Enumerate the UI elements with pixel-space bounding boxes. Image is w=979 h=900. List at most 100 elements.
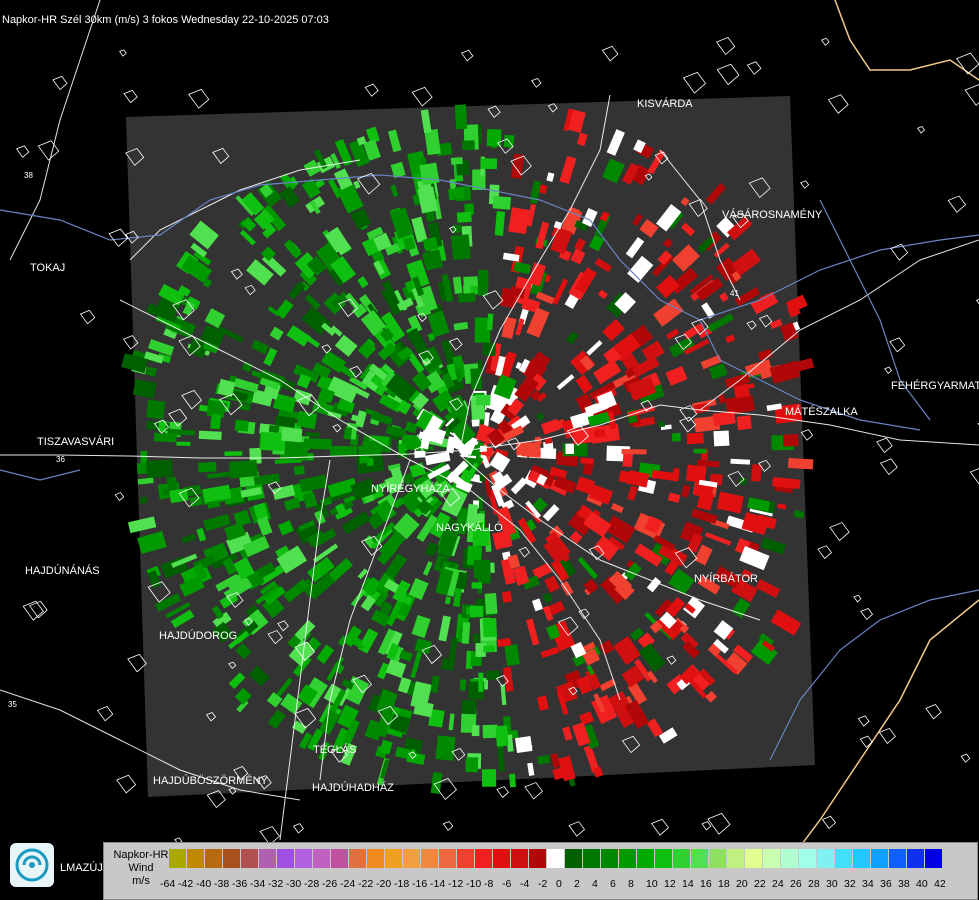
echo-cell xyxy=(268,425,280,433)
echo-cell xyxy=(228,459,258,479)
legend-line: Napkor-HR xyxy=(113,849,169,861)
legend-swatch xyxy=(547,849,565,868)
echo-cell xyxy=(281,427,303,443)
settlement-outline xyxy=(123,89,138,104)
legend-tick: -18 xyxy=(394,878,410,890)
logo-icon xyxy=(10,843,54,887)
settlement-outline xyxy=(79,309,96,325)
legend-tick: 24 xyxy=(772,878,784,890)
legend-swatch xyxy=(655,849,673,868)
echo-cell xyxy=(469,605,484,618)
legend-swatch xyxy=(529,849,547,868)
echo-cell xyxy=(450,157,463,165)
legend-tick: -24 xyxy=(340,878,356,890)
settlement-outline xyxy=(650,818,670,836)
echo-cell xyxy=(303,438,332,450)
legend-swatch xyxy=(817,849,835,868)
legend-swatch xyxy=(259,849,277,868)
settlement-outline xyxy=(821,815,837,830)
legend-swatch xyxy=(331,849,349,868)
echo-cell xyxy=(454,104,468,130)
legend-tick: 20 xyxy=(736,878,748,890)
legend-swatch xyxy=(565,849,583,868)
city-label: HAJDÚDOROG xyxy=(159,629,237,642)
legend-swatch xyxy=(871,849,889,868)
legend-swatch xyxy=(277,849,295,868)
legend-tick: -30 xyxy=(286,878,302,890)
settlement-outline xyxy=(531,77,542,88)
echo-cell xyxy=(787,458,814,470)
echo-cell xyxy=(499,287,518,309)
legend-tick: -64 xyxy=(160,878,176,890)
settlement-outline xyxy=(292,823,304,834)
echo-cell xyxy=(508,773,517,788)
echo-cell xyxy=(198,430,222,441)
settlement-outline xyxy=(96,706,114,722)
echo-cell xyxy=(293,465,305,476)
legend-tick: 30 xyxy=(826,878,838,890)
echo-cell xyxy=(362,440,380,454)
settlement-outline xyxy=(800,180,810,189)
echo-cell xyxy=(782,434,799,447)
echo-cell xyxy=(419,162,440,186)
settlement-outline xyxy=(715,36,736,56)
echo-cell xyxy=(501,590,513,603)
legend-swatch xyxy=(367,849,385,868)
legend-tick: -36 xyxy=(232,878,248,890)
color-legend: Napkor-HR Wind m/s -64 -42 -40 -38 -36 -34 -32… xyxy=(103,842,978,900)
settlement-outline xyxy=(568,821,586,837)
settlement-outline xyxy=(52,75,68,91)
echo-cell xyxy=(461,140,475,151)
legend-tick: 32 xyxy=(844,878,856,890)
settlement-outline xyxy=(108,228,129,248)
echo-cell xyxy=(441,657,455,671)
settlement-outline xyxy=(37,140,60,161)
echo-cell xyxy=(480,158,498,170)
road-label: 36 xyxy=(56,455,65,464)
settlement-outline xyxy=(820,37,830,46)
map-title: Napkor-HR Szél 30km (m/s) 3 fokos Wednes… xyxy=(2,14,329,26)
echo-cell xyxy=(508,207,530,235)
echo-cell xyxy=(461,699,477,715)
legend-tick: -34 xyxy=(250,878,266,890)
city-label: NYÍRBÁTOR xyxy=(694,572,758,585)
city-label: HAJDÚBÖSZÖRMÉNY xyxy=(153,774,269,787)
echo-cell xyxy=(482,618,498,638)
legend-tick: 22 xyxy=(754,878,766,890)
echo-cell xyxy=(484,593,498,615)
settlement-outline xyxy=(956,52,979,75)
echo-cell xyxy=(565,443,574,455)
echo-cell xyxy=(139,496,148,504)
legend-tick: 40 xyxy=(916,878,928,890)
settlement-outline xyxy=(925,704,942,720)
legend-tick: -40 xyxy=(196,878,212,890)
legend-swatch xyxy=(493,849,511,868)
legend-swatch xyxy=(889,849,907,868)
legend-tick: -8 xyxy=(484,878,494,890)
city-label: TISZAVASVÁRI xyxy=(37,435,114,448)
radar-map: 38 36 35 41 KISVÁRDA TOKAJ VÁSÁROSNAMÉNY… xyxy=(0,0,979,900)
legend-swatch xyxy=(295,849,313,868)
settlement-outline xyxy=(884,366,893,375)
legend-swatch xyxy=(169,849,187,868)
legend-tick: -10 xyxy=(466,878,482,890)
echo-cell xyxy=(671,432,681,442)
echo-cell xyxy=(486,313,494,331)
echo-cell xyxy=(461,622,471,644)
legend-line: Wind xyxy=(128,862,154,874)
echo-cell xyxy=(146,399,166,420)
settlement-outline xyxy=(817,545,833,560)
echo-cell xyxy=(457,292,476,303)
echo-cell xyxy=(329,445,358,457)
legend-tick: -6 xyxy=(502,878,512,890)
echo-cell xyxy=(751,464,762,482)
legend-tick: -2 xyxy=(538,878,548,890)
legend-swatch xyxy=(727,849,745,868)
city-label: FEHÉRGYARMAT xyxy=(891,379,979,392)
legend-tick: -42 xyxy=(178,878,194,890)
settlement-outline xyxy=(16,145,30,158)
echo-cell xyxy=(481,769,497,787)
settlement-outline xyxy=(876,437,893,454)
city-label: KISVÁRDA xyxy=(637,97,693,110)
settlement-outline xyxy=(460,49,474,62)
